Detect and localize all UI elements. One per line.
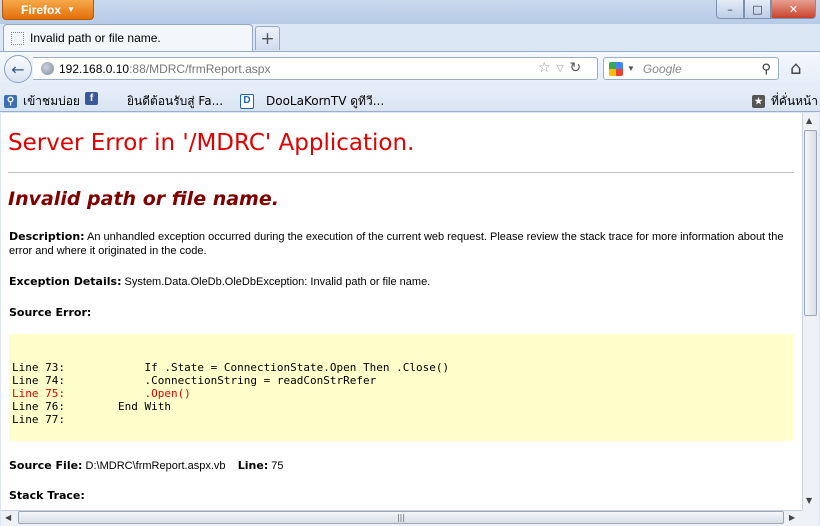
description-text: An unhandled exception occurred during t… bbox=[9, 231, 784, 257]
source-code: Line 73: If .State = ConnectionState.Ope… bbox=[12, 361, 449, 426]
bookmarks-star-icon: ★ bbox=[752, 95, 765, 108]
plus-icon: + bbox=[260, 28, 275, 49]
source-error-label: Source Error: bbox=[9, 306, 92, 319]
bookmarks-menu-label: ที่คั่นหน้า bbox=[771, 94, 818, 108]
d-logo-icon: D bbox=[240, 94, 254, 109]
chevron-down-icon: ▼ bbox=[67, 5, 75, 14]
facebook-icon: f bbox=[85, 92, 98, 105]
search-icon[interactable]: ⚲ bbox=[761, 61, 771, 77]
code-line: Line 73: If .State = ConnectionState.Ope… bbox=[12, 361, 450, 374]
scroll-right-icon[interactable]: ▶ bbox=[789, 513, 795, 522]
firefox-menu-label: Firefox bbox=[21, 2, 62, 17]
dropdown-icon[interactable]: ▽ bbox=[557, 60, 564, 78]
divider bbox=[8, 172, 794, 173]
maximize-button[interactable]: □ bbox=[744, 0, 771, 19]
minimize-button[interactable]: – bbox=[716, 0, 744, 19]
close-window-button[interactable]: ✕ bbox=[771, 0, 816, 19]
scrollbar-corner bbox=[802, 510, 819, 526]
maximize-icon: □ bbox=[752, 2, 763, 16]
source-error-heading: Source Error: bbox=[9, 306, 794, 320]
back-button[interactable]: ← bbox=[4, 55, 32, 83]
bookmark-item[interactable]: ⚲ เข้าชมบ่อย bbox=[4, 92, 80, 111]
bookmark-item[interactable]: D DooLaKornTV ดูทีวี... bbox=[240, 92, 384, 111]
close-icon: ✕ bbox=[788, 2, 799, 16]
description-label: Description: bbox=[9, 230, 85, 243]
stack-trace-heading: Stack Trace: bbox=[9, 489, 794, 503]
scroll-up-icon[interactable]: ▲ bbox=[806, 116, 812, 125]
home-icon[interactable]: ⌂ bbox=[790, 58, 801, 79]
google-logo-icon[interactable] bbox=[609, 61, 623, 76]
tab-title: Invalid path or file name. bbox=[30, 31, 161, 45]
description-paragraph: Description: An unhandled exception occu… bbox=[9, 230, 794, 258]
search-bookmark-icon: ⚲ bbox=[4, 95, 17, 108]
page-favicon-icon bbox=[11, 31, 24, 45]
bookmarks-menu[interactable]: ★ ที่คั่นหน้า bbox=[752, 92, 818, 111]
window-title-bar bbox=[0, 0, 820, 24]
minimize-icon: – bbox=[727, 2, 733, 16]
scroll-down-icon[interactable]: ▼ bbox=[806, 496, 812, 505]
scroll-left-icon[interactable]: ◀ bbox=[5, 513, 11, 522]
url-path: :88/MDRC/frmReport.aspx bbox=[129, 61, 271, 76]
bookmark-label: DooLaKornTV ดูทีวี... bbox=[266, 94, 385, 108]
bookmark-label: เข้าชมบ่อย bbox=[23, 94, 80, 108]
code-line: Line 76: End With bbox=[12, 400, 171, 413]
source-file-value: D:\MDRC\frmReport.aspx.vb bbox=[85, 460, 226, 472]
error-subtitle: Invalid path or file name. bbox=[8, 188, 279, 210]
search-input[interactable]: Google bbox=[643, 62, 762, 76]
reload-icon[interactable]: ↻ bbox=[569, 60, 581, 78]
page-title: Server Error in '/MDRC' Application. bbox=[8, 130, 415, 156]
bookmark-item[interactable]: f bbox=[85, 92, 104, 105]
line-label: Line: bbox=[237, 459, 269, 472]
star-bookmark-icon[interactable]: ☆ bbox=[538, 60, 551, 78]
url-host: 192.168.0.10 bbox=[59, 61, 130, 76]
bookmarks-toolbar bbox=[0, 87, 820, 112]
code-line: Line 77: bbox=[12, 413, 65, 426]
exception-label: Exception Details: bbox=[9, 275, 122, 288]
exception-text: System.Data.OleDb.OleDbException: Invali… bbox=[124, 276, 431, 288]
firefox-menu-button[interactable]: Firefox ▼ bbox=[2, 0, 94, 20]
source-file-label: Source File: bbox=[9, 459, 83, 472]
tab-active[interactable]: Invalid path or file name. bbox=[3, 24, 253, 51]
vertical-scrollbar-thumb[interactable] bbox=[804, 130, 817, 316]
code-line: Line 74: .ConnectionString = readConStrR… bbox=[12, 374, 377, 387]
search-bar[interactable]: ▼ Google ⚲ bbox=[603, 57, 779, 80]
bookmark-item[interactable]: ยินดีต้อนรับสู่ Fa... bbox=[127, 92, 223, 111]
back-arrow-icon: ← bbox=[11, 59, 25, 79]
url-bar[interactable]: 192.168.0.10:88/MDRC/frmReport.aspx bbox=[33, 57, 598, 80]
stack-trace-label: Stack Trace: bbox=[9, 489, 85, 502]
source-file-paragraph: Source File: D:\MDRC\frmReport.aspx.vb L… bbox=[9, 459, 794, 473]
search-engine-dropdown-icon[interactable]: ▼ bbox=[627, 64, 635, 73]
line-value: 75 bbox=[271, 460, 284, 472]
code-line-error: Line 75: .Open() bbox=[12, 387, 191, 400]
horizontal-scrollbar-thumb[interactable]: ||| bbox=[18, 511, 784, 524]
new-tab-button[interactable]: + bbox=[255, 26, 280, 50]
bookmark-label: ยินดีต้อนรับสู่ Fa... bbox=[127, 94, 224, 108]
url-bar-actions: ☆ ▽ ↻ bbox=[538, 60, 581, 78]
globe-icon bbox=[41, 62, 54, 75]
exception-paragraph: Exception Details: System.Data.OleDb.Ole… bbox=[9, 275, 794, 289]
